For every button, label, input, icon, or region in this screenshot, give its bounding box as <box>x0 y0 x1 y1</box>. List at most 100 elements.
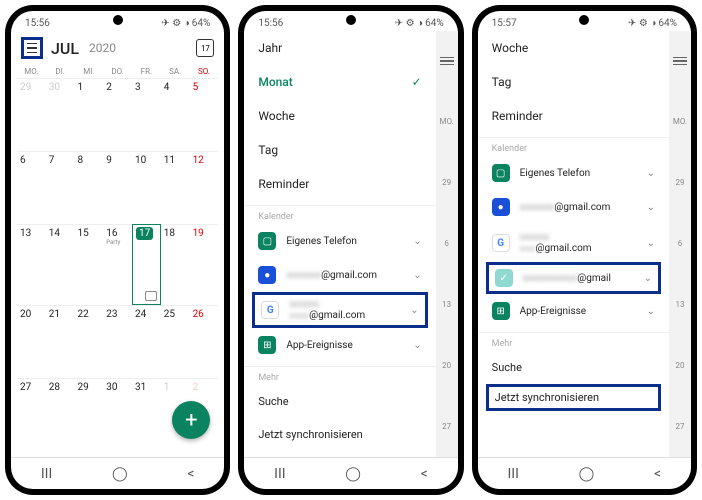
note-icon <box>145 291 157 301</box>
cal-account-google[interactable]: Gxxxxxxxxxxx@gmail.com⌄ <box>252 292 427 328</box>
chevron-down-icon[interactable]: ⌄ <box>410 305 418 316</box>
nav-back[interactable]: < <box>421 466 428 482</box>
day-cell[interactable]: 14 <box>46 224 75 304</box>
day-cell[interactable]: 19 <box>190 224 219 304</box>
status-time: 15:57 <box>492 18 517 29</box>
nav-back[interactable]: < <box>654 466 661 482</box>
day-cell[interactable]: 11 <box>161 151 190 224</box>
cal-phone[interactable]: ▢Eigenes Telefon⌄ <box>478 156 669 190</box>
day-cell[interactable]: 18 <box>161 224 190 304</box>
nav-recent[interactable]: III <box>508 466 519 482</box>
cal-phone[interactable]: ▢Eigenes Telefon⌄ <box>244 224 435 258</box>
today-icon[interactable]: 17 <box>196 39 214 57</box>
day-cell[interactable]: 20 <box>17 305 46 378</box>
cal-account-1[interactable]: ●xxxxxxx@gmail.com⌄ <box>478 190 669 224</box>
menu-icon[interactable] <box>21 37 43 59</box>
day-cell[interactable]: 3 <box>132 78 161 151</box>
day-cell[interactable]: 15 <box>75 224 104 304</box>
day-cell[interactable]: 27 <box>17 378 46 451</box>
day-cell[interactable]: 29 <box>17 78 46 151</box>
day-cell[interactable]: 22 <box>75 305 104 378</box>
day-cell[interactable]: 17 <box>132 224 161 304</box>
day-cell[interactable]: 24 <box>132 305 161 378</box>
day-cell[interactable]: 12 <box>190 151 219 224</box>
section-mehr: Mehr <box>244 366 435 385</box>
nav-home[interactable]: ◯ <box>345 466 361 482</box>
search-item[interactable]: Suche <box>244 385 435 418</box>
sync-item[interactable]: Jetzt synchronisieren <box>244 418 435 451</box>
cal-app-events[interactable]: ⊞App-Ereignisse⌄ <box>478 294 669 328</box>
nav-recent[interactable]: III <box>41 466 52 482</box>
day-cell[interactable]: 13 <box>17 224 46 304</box>
section-kalender: Kalender <box>244 205 435 224</box>
day-cell[interactable]: 5 <box>190 78 219 151</box>
day-cell[interactable]: 9 <box>103 151 132 224</box>
day-cell[interactable]: 7 <box>46 151 75 224</box>
chevron-down-icon[interactable]: ⌄ <box>644 273 652 284</box>
day-cell[interactable]: 28 <box>46 378 75 451</box>
day-cell[interactable]: 1 <box>75 78 104 151</box>
cal-account-google[interactable]: Gxxxxxxxxxx@gmail.com⌄ <box>478 224 669 262</box>
day-cell[interactable]: 29 <box>75 378 104 451</box>
day-cell[interactable]: 8 <box>75 151 104 224</box>
section-mehr: Mehr <box>478 332 669 351</box>
weekday-label: DI. <box>46 67 75 76</box>
nav-back[interactable]: < <box>187 466 194 482</box>
day-cell[interactable]: 16Party <box>103 224 132 304</box>
chevron-down-icon[interactable]: ⌄ <box>413 340 421 351</box>
status-right: ✈ ⚙ ◑ 64% <box>395 18 444 29</box>
day-cell[interactable]: 10 <box>132 151 161 224</box>
nav-drawer: Jahr Monat✓ Woche Tag Reminder Kalender … <box>244 31 435 457</box>
search-item[interactable]: Suche <box>478 351 669 384</box>
google-icon: G <box>492 234 510 252</box>
chevron-down-icon[interactable]: ⌄ <box>647 202 655 213</box>
weekday-label: MO. <box>17 67 46 76</box>
section-kalender: Kalender <box>478 137 669 156</box>
day-cell[interactable]: 30 <box>46 78 75 151</box>
chevron-down-icon[interactable]: ⌄ <box>413 236 421 247</box>
day-cell[interactable]: 23 <box>103 305 132 378</box>
day-cell[interactable]: 30 <box>103 378 132 451</box>
day-cell[interactable]: 31 <box>132 378 161 451</box>
day-cell[interactable]: 4 <box>161 78 190 151</box>
nav-recent[interactable]: III <box>274 466 285 482</box>
status-time: 15:56 <box>25 18 50 29</box>
header-month[interactable]: JUL <box>51 39 79 58</box>
status-time: 15:56 <box>258 18 283 29</box>
chevron-down-icon[interactable]: ⌄ <box>647 168 655 179</box>
samsung-icon: ● <box>492 198 510 216</box>
day-cell[interactable]: 21 <box>46 305 75 378</box>
camera-notch <box>346 15 356 25</box>
view-woche[interactable]: Woche <box>478 31 669 65</box>
day-cell[interactable]: 26 <box>190 305 219 378</box>
nav-home[interactable]: ◯ <box>579 466 595 482</box>
chevron-down-icon[interactable]: ⌄ <box>413 270 421 281</box>
nav-drawer: Woche Tag Reminder Kalender ▢Eigenes Tel… <box>478 31 669 457</box>
view-reminder[interactable]: Reminder <box>478 99 669 133</box>
screen-2: 15:56 ✈ ⚙ ◑ 64% MO.296132027 Jahr Monat✓… <box>244 11 457 489</box>
background-strip: MO.296132027 <box>669 31 691 457</box>
view-jahr[interactable]: Jahr <box>244 31 435 65</box>
cal-account-1[interactable]: ●xxxxxxx@gmail.com⌄ <box>244 258 435 292</box>
sync-item[interactable]: Jetzt synchronisieren <box>486 384 661 411</box>
background-strip: MO.296132027 <box>436 31 458 457</box>
view-reminder[interactable]: Reminder <box>244 167 435 201</box>
day-cell[interactable]: 25 <box>161 305 190 378</box>
status-right: ✈ ⚙ ◑ 64% <box>161 18 210 29</box>
view-monat[interactable]: Monat✓ <box>244 65 435 99</box>
day-cell[interactable]: 6 <box>17 151 46 224</box>
cal-account-synced[interactable]: ✓xxxxxxxxxxx@gmail⌄ <box>486 262 661 294</box>
nav-bar: III ◯ < <box>478 457 691 489</box>
chevron-down-icon[interactable]: ⌄ <box>647 306 655 317</box>
screen-3: 15:57 ✈ ⚙ ◑ 64% MO.296132027 Woche Tag R… <box>478 11 691 489</box>
nav-home[interactable]: ◯ <box>112 466 128 482</box>
nav-bar: III ◯ < <box>11 457 224 489</box>
chevron-down-icon[interactable]: ⌄ <box>647 238 655 249</box>
apps-icon: ⊞ <box>492 302 510 320</box>
weekday-label: DO. <box>103 67 132 76</box>
view-tag[interactable]: Tag <box>478 65 669 99</box>
view-woche[interactable]: Woche <box>244 99 435 133</box>
day-cell[interactable]: 2 <box>103 78 132 151</box>
view-tag[interactable]: Tag <box>244 133 435 167</box>
cal-app-events[interactable]: ⊞App-Ereignisse⌄ <box>244 328 435 362</box>
